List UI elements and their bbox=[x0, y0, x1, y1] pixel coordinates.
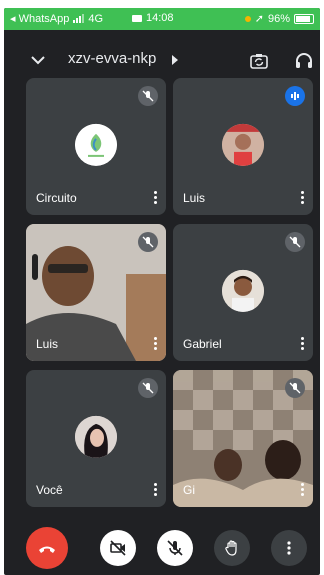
status-bar: ◂ WhatsApp 4G 14:08 ➚ 96% bbox=[4, 8, 320, 30]
more-options-icon[interactable] bbox=[299, 335, 305, 353]
phone-hangup-icon bbox=[39, 546, 55, 553]
mic-off-icon bbox=[285, 232, 305, 252]
battery-percent: 96% bbox=[267, 12, 290, 25]
mic-toggle-button[interactable] bbox=[157, 530, 193, 566]
caret-right-icon[interactable] bbox=[172, 55, 178, 65]
more-options-icon[interactable] bbox=[152, 481, 158, 499]
participant-tile-luis[interactable]: Luis bbox=[173, 78, 313, 215]
mic-off-icon bbox=[167, 540, 183, 556]
back-to-app-link[interactable]: ◂ WhatsApp bbox=[10, 12, 69, 25]
meeting-code[interactable]: xzv-evva-nkp bbox=[68, 50, 156, 67]
participant-tile-gi[interactable]: Gi bbox=[173, 370, 313, 507]
participant-name: Gi bbox=[183, 483, 195, 497]
avatar-photo bbox=[222, 123, 264, 166]
participant-name: Gabriel bbox=[183, 337, 222, 351]
more-options-icon[interactable] bbox=[152, 189, 158, 207]
raise-hand-icon bbox=[225, 540, 237, 556]
more-options-icon[interactable] bbox=[299, 189, 305, 207]
signal-icon bbox=[73, 14, 85, 23]
activity-dot-icon bbox=[244, 15, 251, 22]
participant-name: Circuito bbox=[36, 191, 77, 205]
more-options-icon[interactable] bbox=[299, 481, 305, 499]
speaking-indicator-icon bbox=[285, 86, 305, 106]
phone-screen: ◂ WhatsApp 4G 14:08 ➚ 96% xzv-evva-nkp C… bbox=[4, 8, 320, 575]
switch-camera-icon[interactable] bbox=[249, 51, 269, 71]
network-type: 4G bbox=[88, 12, 104, 25]
camera-toggle-button[interactable] bbox=[100, 530, 136, 566]
camera-off-icon bbox=[110, 540, 126, 556]
participant-tile-circuito[interactable]: Circuito bbox=[26, 78, 166, 215]
more-options-button[interactable] bbox=[271, 530, 307, 566]
participant-tile-luis-video[interactable]: Luis bbox=[26, 224, 166, 361]
mic-off-icon bbox=[138, 86, 158, 106]
participant-tile-gabriel[interactable]: Gabriel bbox=[173, 224, 313, 361]
more-vert-icon bbox=[287, 541, 291, 555]
headset-icon[interactable] bbox=[294, 51, 314, 71]
location-icon: ➚ bbox=[254, 13, 264, 25]
participant-name: Você bbox=[36, 483, 63, 497]
screen-record-icon bbox=[132, 14, 142, 22]
avatar-logo bbox=[75, 123, 117, 166]
participant-tile-voce[interactable]: Você bbox=[26, 370, 166, 507]
more-options-icon[interactable] bbox=[152, 335, 158, 353]
battery-icon bbox=[294, 13, 314, 24]
mic-off-icon bbox=[138, 378, 158, 398]
avatar-photo bbox=[75, 415, 117, 458]
mic-off-icon bbox=[138, 232, 158, 252]
hang-up-button[interactable] bbox=[26, 527, 68, 569]
avatar-photo bbox=[222, 269, 264, 312]
participant-name: Luis bbox=[183, 191, 206, 205]
raise-hand-button[interactable] bbox=[214, 530, 250, 566]
call-controls bbox=[4, 521, 320, 575]
meeting-header: xzv-evva-nkp bbox=[4, 42, 320, 78]
clock: 14:08 bbox=[146, 12, 174, 24]
mic-off-icon bbox=[285, 378, 305, 398]
participant-name: Luis bbox=[36, 337, 59, 351]
chevron-down-icon[interactable] bbox=[28, 50, 48, 70]
